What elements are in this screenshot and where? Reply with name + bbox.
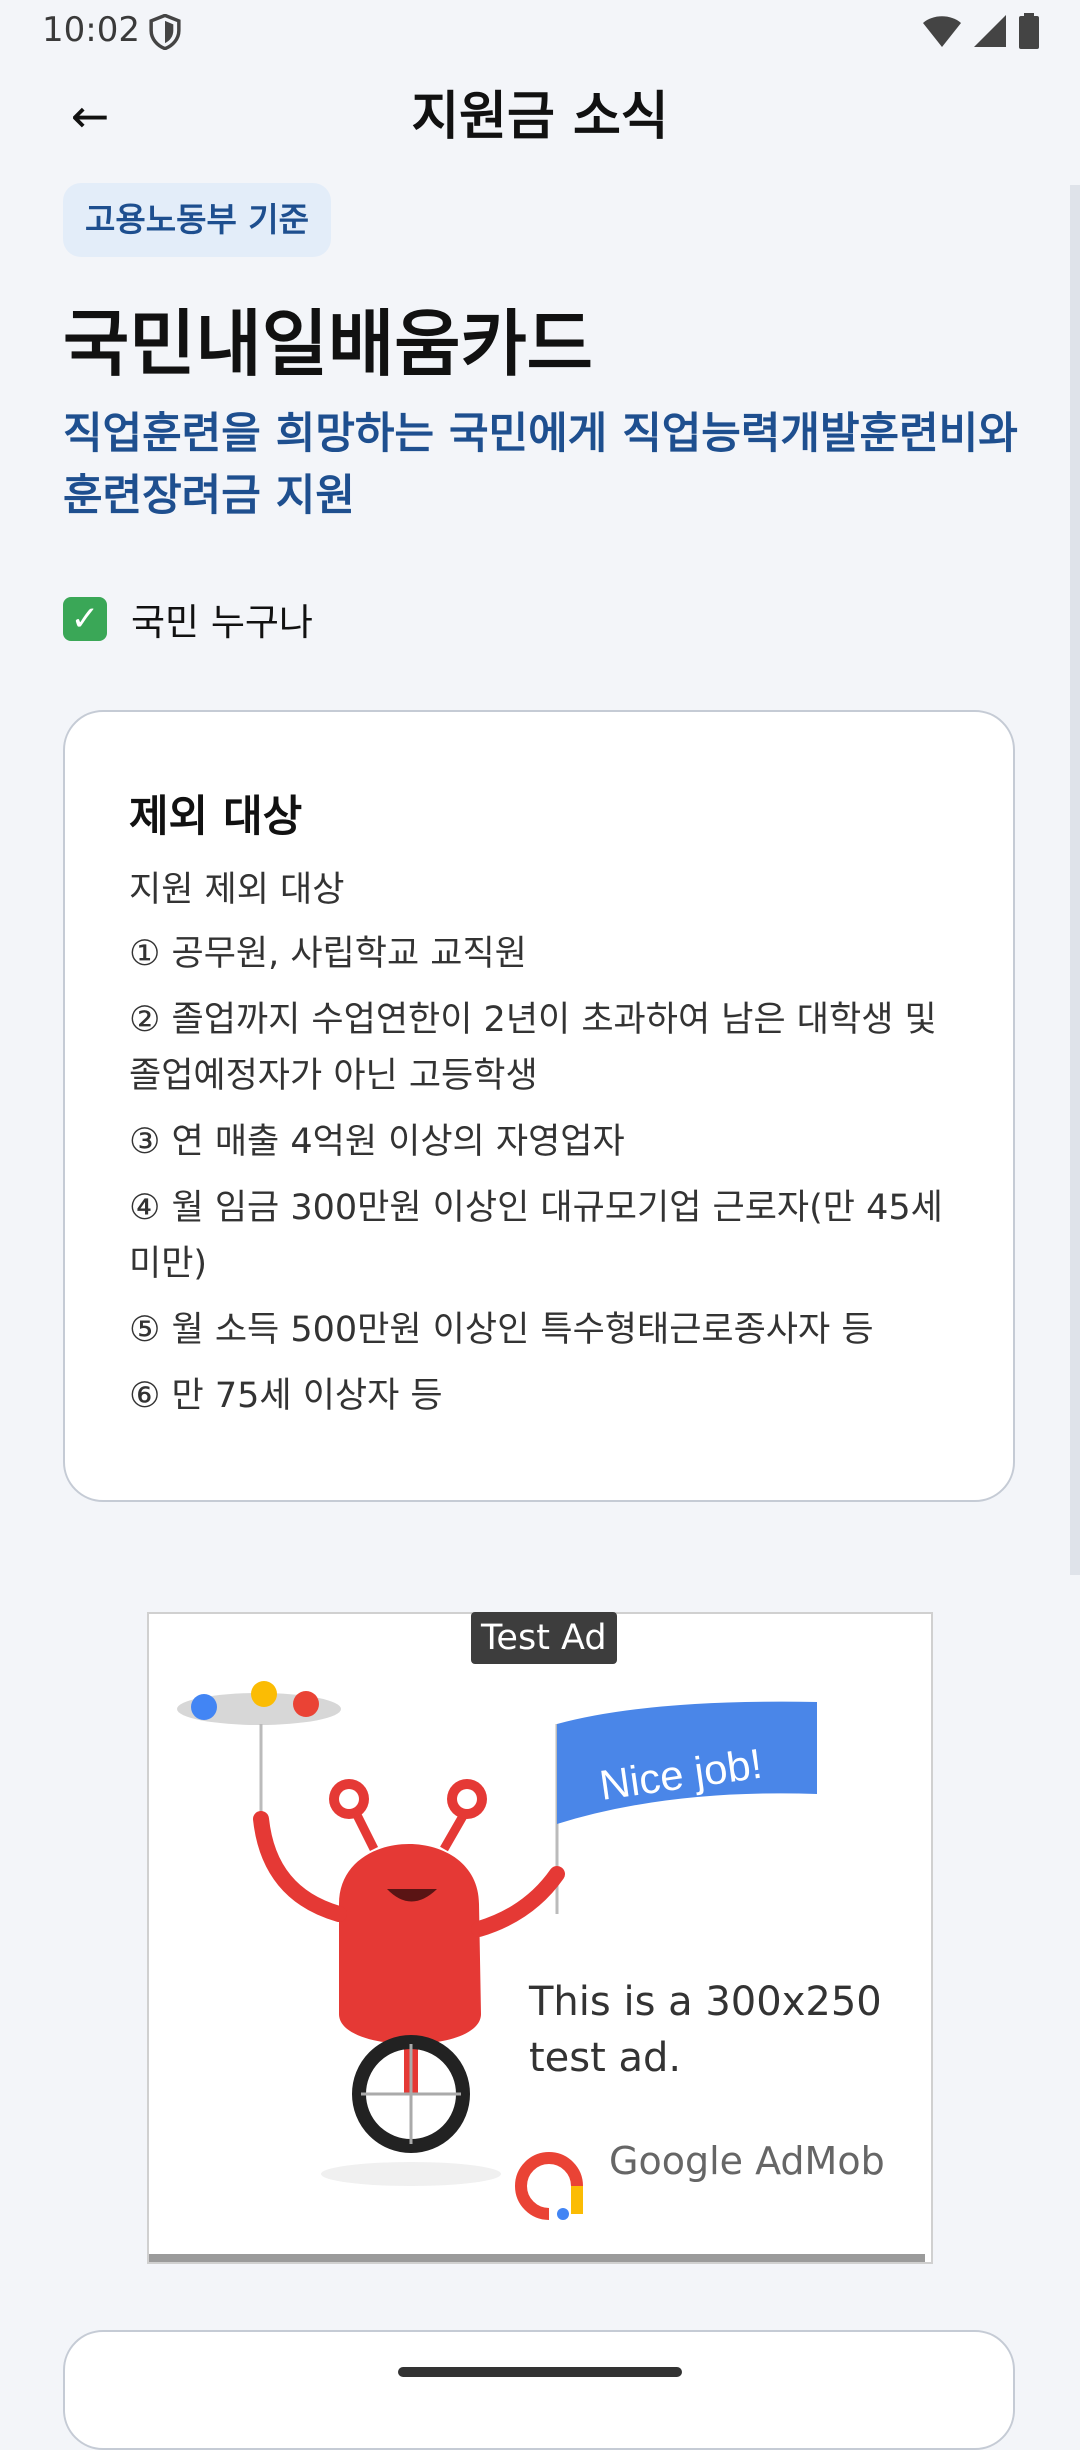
check-mark-icon: ✓ <box>63 597 107 641</box>
exclusion-item: ⑥ 만 75세 이상자 등 <box>129 1376 443 1416</box>
exclusion-item: ⑤ 월 소득 500만원 이상인 특수형태근로종사자 등 <box>129 1310 874 1350</box>
exclusion-list: ① 공무원, 사립학교 교직원 ② 졸업까지 수업연한이 2년이 초과하여 남은… <box>129 926 949 1424</box>
ad-brand-text: Google AdMob <box>609 2139 885 2183</box>
exclusion-card: 제외 대상 지원 제외 대상 ① 공무원, 사립학교 교직원 ② 졸업까지 수업… <box>63 710 1015 1502</box>
app-bar: ← 지원금 소식 <box>0 64 1080 174</box>
program-subtitle: 직업훈련을 희망하는 국민에게 직업능력개발훈련비와 훈련장려금 지원 <box>63 409 1018 521</box>
status-icons <box>922 12 1040 50</box>
exclusion-item: ④ 월 임금 300만원 이상인 대규모기업 근로자(만 45세 미만) <box>129 1188 943 1284</box>
exclusion-item: ① 공무원, 사립학교 교직원 <box>129 934 527 974</box>
signal-icon <box>974 15 1006 47</box>
exclusion-item: ② 졸업까지 수업연한이 2년이 초과하여 남은 대학생 및 졸업예정자가 아닌… <box>129 1000 937 1096</box>
exclusion-item: ③ 연 매출 4억원 이상의 자영업자 <box>129 1122 625 1162</box>
battery-icon <box>1019 13 1039 49</box>
eligibility-text: 국민 누구나 <box>131 601 313 644</box>
exclusion-intro: 지원 제외 대상 <box>129 870 345 910</box>
shield-icon <box>149 14 181 50</box>
ad-text: This is a 300x250 test ad. <box>529 1979 882 2081</box>
status-bar: 10:02 <box>0 0 1080 64</box>
program-title: 국민내일배움카드 <box>63 302 593 386</box>
ad-bottom-bar <box>149 2254 925 2262</box>
ad-brand: Google AdMob <box>529 2139 885 2183</box>
wifi-icon <box>923 16 961 47</box>
next-card <box>63 2330 1015 2450</box>
ministry-tag: 고용노동부 기준 <box>63 183 332 257</box>
eligibility-row: ✓ 국민 누구나 <box>63 592 313 646</box>
home-indicator[interactable] <box>398 2367 682 2377</box>
banner-ad[interactable]: Nice job! Test Ad This is a 300x250 test… <box>147 1612 933 2264</box>
scrollbar[interactable] <box>1070 185 1080 1575</box>
test-ad-badge: Test Ad <box>471 1612 617 1664</box>
exclusion-heading: 제외 대상 <box>129 792 303 842</box>
page-title: 지원금 소식 <box>411 87 669 147</box>
status-time: 10:02 <box>42 10 140 50</box>
